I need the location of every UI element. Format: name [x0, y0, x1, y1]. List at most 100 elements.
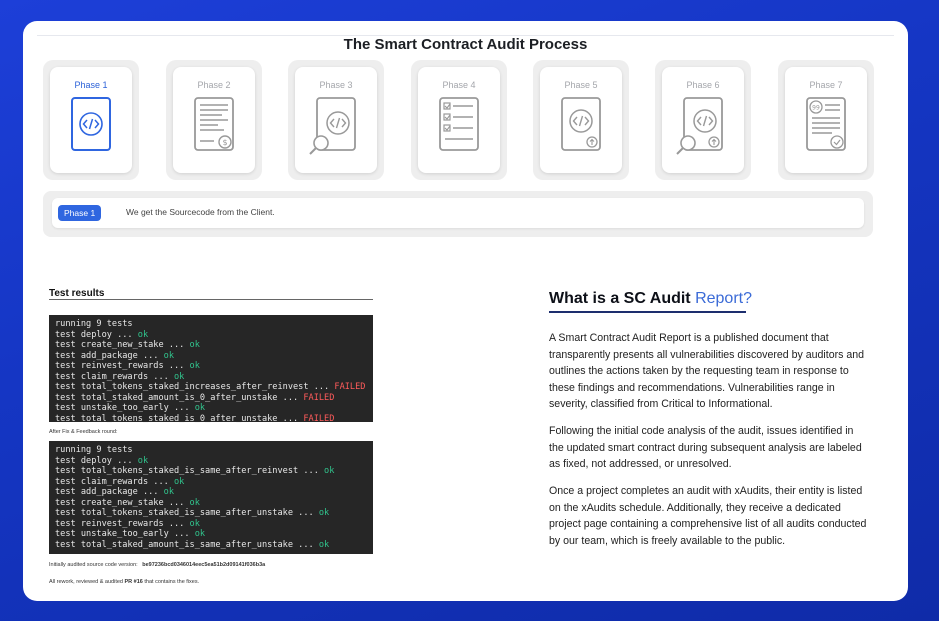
after-fix-label: After Fix & Feedback round:	[49, 429, 118, 435]
certified-report-icon: 99	[806, 97, 846, 151]
test-name: test create_new_stake ...	[55, 340, 190, 350]
phase-6-card[interactable]: Phase 6	[655, 60, 751, 180]
test-run-initial-terminal: running 9 tests test deploy ... ok test cr…	[49, 315, 373, 425]
phase-1-card[interactable]: Phase 1	[43, 60, 139, 180]
phase-label: Phase 5	[564, 80, 598, 90]
terminal-line: test unstake_too_early ... ok	[55, 529, 367, 540]
terminal-line: test add_package ... ok	[55, 487, 367, 498]
terminal-line: test total_tokens_staked_is_0_after_unst…	[55, 414, 367, 425]
terminal-line: test unstake_too_early ... ok	[55, 403, 367, 414]
terminal-line: test reinvest_rewards ... ok	[55, 519, 367, 530]
test-name: running 9 tests	[55, 445, 133, 455]
test-name: test total_tokens_staked_is_same_after_u…	[55, 508, 319, 518]
test-status: ok	[137, 455, 149, 466]
rework-note: All rework, reviewed & audited PR #16 th…	[49, 579, 200, 585]
source-hash: be97236bcd0346014eec5ea51b2d09141f036b3a	[142, 562, 266, 568]
phase-label: Phase 4	[442, 80, 476, 90]
test-name: test reinvest_rewards ...	[55, 361, 190, 371]
code-review-magnifier-icon	[309, 97, 356, 155]
test-name: test total_tokens_staked_increases_after…	[55, 382, 335, 392]
test-run-after-fix-terminal: running 9 tests test deploy ... ok test to…	[49, 441, 373, 554]
terminal-line: test total_staked_amount_is_same_after_u…	[55, 540, 367, 551]
invoice-document-icon: $	[194, 97, 234, 151]
report-paragraph-3: Once a project completes an audit with x…	[549, 485, 867, 547]
terminal-line: test create_new_stake ... ok	[55, 340, 367, 351]
terminal-line: test claim_rewards ... ok	[55, 477, 367, 488]
phase-label: Phase 2	[197, 80, 231, 90]
checklist-document-icon	[439, 97, 479, 151]
test-status: ok	[189, 518, 200, 529]
phase-4-card[interactable]: Phase 4	[411, 60, 507, 180]
phase-label: Phase 7	[809, 80, 843, 90]
test-name: test reinvest_rewards ...	[55, 518, 190, 529]
terminal-line: test claim_rewards ... ok	[55, 372, 367, 383]
terminal-line: test total_tokens_staked_is_same_after_r…	[55, 466, 367, 477]
test-status: ok	[163, 350, 175, 361]
phase-label: Phase 3	[319, 80, 353, 90]
phase-2-card[interactable]: Phase 2 $	[166, 60, 262, 180]
phase-label: Phase 6	[686, 80, 720, 90]
phase-5-card[interactable]: Phase 5	[533, 60, 629, 180]
test-status: FAILED	[303, 413, 335, 424]
test-name: test total_staked_amount_is_same_after_u…	[55, 539, 319, 550]
test-status: FAILED	[303, 392, 335, 403]
test-status: ok	[174, 476, 185, 487]
test-name: test add_package ...	[55, 350, 164, 361]
test-status: ok	[324, 466, 335, 476]
terminal-line: running 9 tests	[55, 319, 367, 330]
test-name: test add_package ...	[55, 487, 164, 497]
terminal-line: test total_staked_amount_is_0_after_unst…	[55, 393, 367, 404]
page-title: The Smart Contract Audit Process	[343, 36, 588, 53]
active-phase-badge: Phase 1	[58, 205, 102, 221]
test-name: test total_tokens_staked_is_same_after_r…	[55, 466, 325, 476]
heading-underline	[549, 311, 746, 313]
test-status: ok	[194, 403, 206, 413]
pr-link[interactable]: PR #16	[125, 579, 143, 585]
report-paragraph-1: A Smart Contract Audit Report is a publi…	[549, 332, 865, 410]
test-name: test total_tokens_staked_is_0_after_unst…	[55, 413, 304, 424]
test-status: ok	[137, 329, 149, 340]
terminal-line: test add_package ... ok	[55, 351, 367, 362]
terminal-line: test total_tokens_staked_is_same_after_u…	[55, 508, 367, 519]
test-status: ok	[189, 497, 200, 508]
test-results-underline	[49, 299, 373, 300]
terminal-line: test deploy ... ok	[55, 456, 367, 467]
terminal-line: test create_new_stake ... ok	[55, 498, 367, 509]
test-name: test deploy ...	[55, 455, 138, 466]
test-name: test deploy ...	[55, 329, 138, 340]
test-name: test unstake_too_early ...	[55, 403, 195, 413]
phase-3-card[interactable]: Phase 3	[288, 60, 384, 180]
main-card: The Smart Contract Audit Process Phase 1…	[23, 21, 908, 601]
svg-text:99: 99	[812, 105, 820, 112]
test-name: test total_staked_amount_is_0_after_unst…	[55, 392, 304, 403]
test-status: FAILED	[334, 382, 366, 392]
test-name: test unstake_too_early ...	[55, 529, 195, 539]
test-name: test claim_rewards ...	[55, 371, 174, 382]
code-upload-document-icon	[561, 97, 601, 151]
report-heading: What is a SC Audit Report?	[549, 290, 752, 307]
test-name: test create_new_stake ...	[55, 497, 190, 508]
test-status: ok	[318, 508, 330, 518]
code-review-upload-icon	[676, 97, 723, 155]
code-document-icon	[71, 97, 111, 151]
terminal-line: test total_tokens_staked_increases_after…	[55, 382, 367, 393]
phase-selector: Phase 1 Phase 2 $ Phase 3 Phase 4 Phase …	[43, 60, 874, 180]
report-heading-accent: Report?	[695, 290, 752, 307]
source-version-note: Initially audited source code version: b…	[49, 562, 266, 568]
test-name: running 9 tests	[55, 319, 133, 329]
terminal-line: test deploy ... ok	[55, 330, 367, 341]
test-status: ok	[174, 371, 185, 382]
report-paragraph-2: Following the initial code analysis of t…	[549, 425, 862, 470]
phase-7-card[interactable]: Phase 7 99	[778, 60, 874, 180]
test-status: ok	[194, 529, 206, 539]
terminal-line: test reinvest_rewards ... ok	[55, 361, 367, 372]
svg-text:$: $	[222, 138, 227, 147]
test-name: test claim_rewards ...	[55, 476, 174, 487]
test-results-title: Test results	[49, 288, 105, 299]
test-status: ok	[318, 539, 330, 550]
terminal-line: running 9 tests	[55, 445, 367, 456]
phase-description-panel: Phase 1 We get the Sourcecode from the C…	[43, 191, 873, 237]
test-status: ok	[189, 340, 200, 350]
phase-label: Phase 1	[74, 80, 108, 90]
test-status: ok	[163, 487, 175, 497]
